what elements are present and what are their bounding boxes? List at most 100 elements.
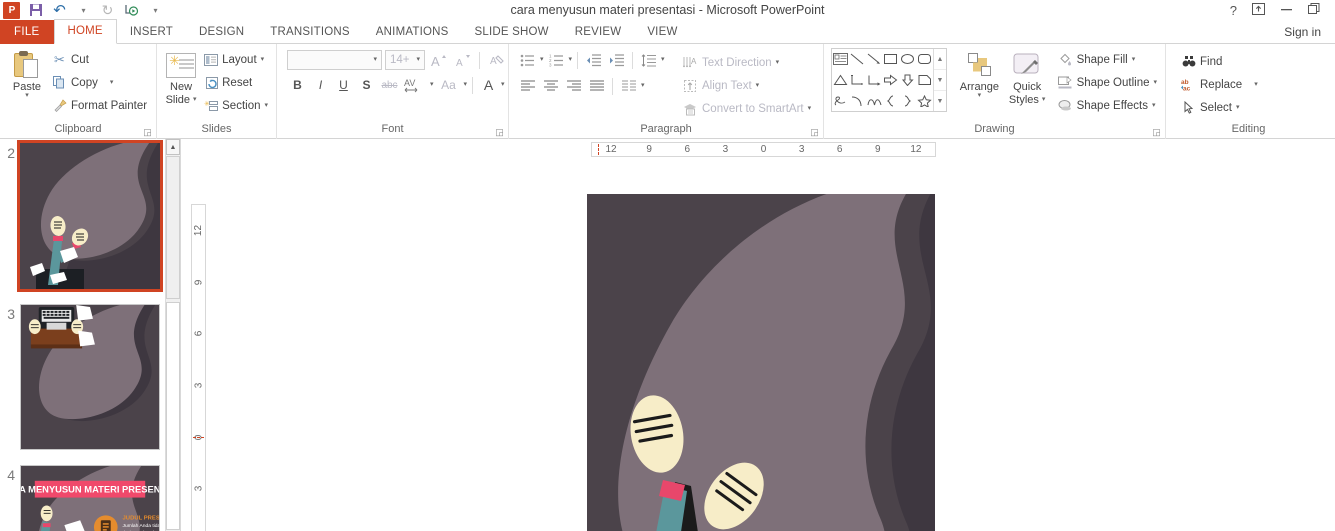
shape-fill-dropdown-icon[interactable]: ▾: [1132, 56, 1136, 63]
shape-rectangle[interactable]: [883, 49, 900, 70]
shapes-scroll-up-icon[interactable]: ▲: [934, 49, 947, 70]
drawing-dialog-launcher[interactable]: ◲: [1152, 128, 1161, 137]
font-name-dropdown-icon[interactable]: ▾: [373, 56, 377, 63]
replace-button[interactable]: ab ac Replace ▾: [1178, 74, 1261, 95]
align-text-dropdown-icon[interactable]: ▾: [756, 82, 760, 89]
increase-indent-button[interactable]: [606, 50, 627, 70]
italic-button[interactable]: I: [310, 75, 331, 95]
layout-button[interactable]: Layout ▾: [200, 49, 271, 70]
thumbnail-slide-2[interactable]: 2: [0, 140, 180, 292]
font-color-button[interactable]: A: [478, 75, 499, 95]
shape-triangle[interactable]: [832, 70, 849, 91]
start-slideshow-icon[interactable]: [123, 2, 140, 19]
tab-home[interactable]: HOME: [53, 19, 117, 44]
thumbnail-scroll-thumb[interactable]: [166, 156, 180, 299]
columns-button[interactable]: [618, 76, 639, 96]
quick-styles-dropdown-icon[interactable]: ▾: [1042, 96, 1046, 103]
shape-textbox[interactable]: [832, 49, 849, 70]
tab-slide-show[interactable]: SLIDE SHOW: [462, 20, 562, 44]
strikethrough-button[interactable]: abc: [379, 75, 400, 95]
clear-formatting-button[interactable]: A: [486, 50, 507, 70]
shape-line[interactable]: [849, 49, 866, 70]
shape-elbow-connector[interactable]: [849, 70, 866, 91]
paragraph-dialog-launcher[interactable]: ◲: [810, 128, 819, 137]
align-text-button[interactable]: Align Text ▾: [683, 75, 811, 96]
shape-outline-button[interactable]: Shape Outline ▾: [1055, 72, 1160, 93]
thumbnail-image-4[interactable]: CARA MENYUSUN MATERI PRESENTASI JUDUL PR…: [20, 465, 160, 531]
shape-scribble[interactable]: [832, 90, 849, 111]
clipboard-dialog-launcher[interactable]: ◲: [143, 128, 152, 137]
arrange-dropdown-icon[interactable]: ▾: [978, 92, 982, 99]
text-direction-button[interactable]: A Text Direction ▾: [683, 52, 811, 73]
shapes-gallery-scrollbar[interactable]: ▲ ▼ ▼: [933, 49, 947, 111]
numbering-dropdown-icon[interactable]: ▾: [569, 56, 573, 63]
select-button[interactable]: Select ▾: [1178, 97, 1261, 118]
shape-fill-button[interactable]: Shape Fill ▾: [1055, 49, 1160, 70]
decrease-font-size-button[interactable]: A: [452, 50, 473, 70]
tab-design[interactable]: DESIGN: [186, 20, 257, 44]
change-case-dropdown-icon[interactable]: ▾: [464, 81, 468, 88]
numbering-button[interactable]: 123: [546, 50, 567, 70]
paste-dropdown-icon[interactable]: ▾: [25, 92, 29, 99]
shape-arrow-line[interactable]: [866, 49, 883, 70]
slide-thumbnail-pane[interactable]: 2 3 4 MENYUSUN MATERI PRESE JUDUL PRE Ju…: [0, 139, 181, 531]
select-dropdown-icon[interactable]: ▾: [1236, 104, 1240, 111]
align-right-button[interactable]: [563, 76, 584, 96]
redo-icon[interactable]: ↻: [99, 2, 116, 19]
tab-review[interactable]: REVIEW: [562, 20, 635, 44]
thumbnail-slide-4[interactable]: 4 CARA MENYUSUN MATERI PRESENTASI JUDUL …: [0, 465, 180, 531]
quick-access-toolbar[interactable]: P ↶ ▾ ↻ ▾: [0, 0, 164, 20]
bullets-dropdown-icon[interactable]: ▾: [540, 56, 544, 63]
cut-button[interactable]: ✂ Cut: [49, 49, 150, 70]
justify-button[interactable]: [586, 76, 607, 96]
shape-left-brace[interactable]: [883, 90, 900, 111]
copy-dropdown-icon[interactable]: ▾: [110, 79, 114, 86]
shape-oval[interactable]: [899, 49, 916, 70]
new-slide-dropdown-icon[interactable]: ▾: [193, 96, 197, 103]
convert-to-smartart-button[interactable]: Convert to SmartArt ▾: [683, 98, 811, 119]
format-painter-button[interactable]: Format Painter: [49, 95, 150, 116]
shape-down-arrow[interactable]: [899, 70, 916, 91]
align-left-button[interactable]: [517, 76, 538, 96]
shape-outline-dropdown-icon[interactable]: ▾: [1153, 79, 1157, 86]
shape-right-brace[interactable]: [899, 90, 916, 111]
new-slide-button[interactable]: ✳ New Slide ▾: [162, 48, 200, 106]
shapes-gallery-more-icon[interactable]: ▼: [934, 91, 946, 111]
ribbon-display-options-icon[interactable]: [1252, 3, 1265, 17]
restore-icon[interactable]: [1308, 3, 1321, 17]
thumbnail-slide-3[interactable]: 3: [0, 304, 180, 450]
minimize-icon[interactable]: [1280, 3, 1293, 17]
increase-font-size-button[interactable]: A: [428, 50, 449, 70]
tab-view[interactable]: VIEW: [634, 20, 690, 44]
window-controls[interactable]: ?: [1230, 3, 1335, 17]
reset-button[interactable]: Reset: [200, 72, 271, 93]
customize-qat-icon[interactable]: ▾: [147, 2, 164, 19]
smartart-dropdown-icon[interactable]: ▾: [808, 105, 812, 112]
columns-dropdown-icon[interactable]: ▾: [641, 82, 645, 89]
thumbnail-scroll-track-lower[interactable]: [166, 302, 180, 530]
text-direction-dropdown-icon[interactable]: ▾: [776, 59, 780, 66]
undo-dropdown-icon[interactable]: ▾: [75, 2, 92, 19]
undo-icon[interactable]: ↶: [51, 2, 68, 19]
bold-button[interactable]: B: [287, 75, 308, 95]
tab-animations[interactable]: ANIMATIONS: [363, 20, 462, 44]
vertical-ruler[interactable]: 12 9 6 3 0 3 6 9 12: [191, 204, 206, 531]
decrease-indent-button[interactable]: [583, 50, 604, 70]
change-case-button[interactable]: Aa: [436, 75, 462, 95]
thumbnail-image-2[interactable]: [17, 140, 163, 292]
shape-elbow-arrow-connector[interactable]: [866, 70, 883, 91]
font-size-dropdown-icon[interactable]: ▾: [416, 56, 420, 63]
thumbnail-image-3[interactable]: [20, 304, 160, 450]
shape-right-arrow[interactable]: [883, 70, 900, 91]
copy-button[interactable]: Copy ▾: [49, 72, 150, 93]
paste-button[interactable]: Paste ▾: [5, 48, 49, 99]
slide-artwork[interactable]: [587, 194, 935, 531]
shapes-scroll-down-icon[interactable]: ▼: [934, 70, 947, 91]
layout-dropdown-icon[interactable]: ▾: [261, 56, 265, 63]
find-button[interactable]: Find: [1178, 51, 1261, 72]
thumbnail-scroll-up-icon[interactable]: ▲: [166, 139, 180, 155]
save-icon[interactable]: [27, 2, 44, 19]
font-name-input[interactable]: ▾: [287, 50, 382, 70]
thumbnail-scrollbar[interactable]: ▲: [165, 139, 180, 531]
shape-effects-button[interactable]: Shape Effects ▾: [1055, 95, 1160, 116]
